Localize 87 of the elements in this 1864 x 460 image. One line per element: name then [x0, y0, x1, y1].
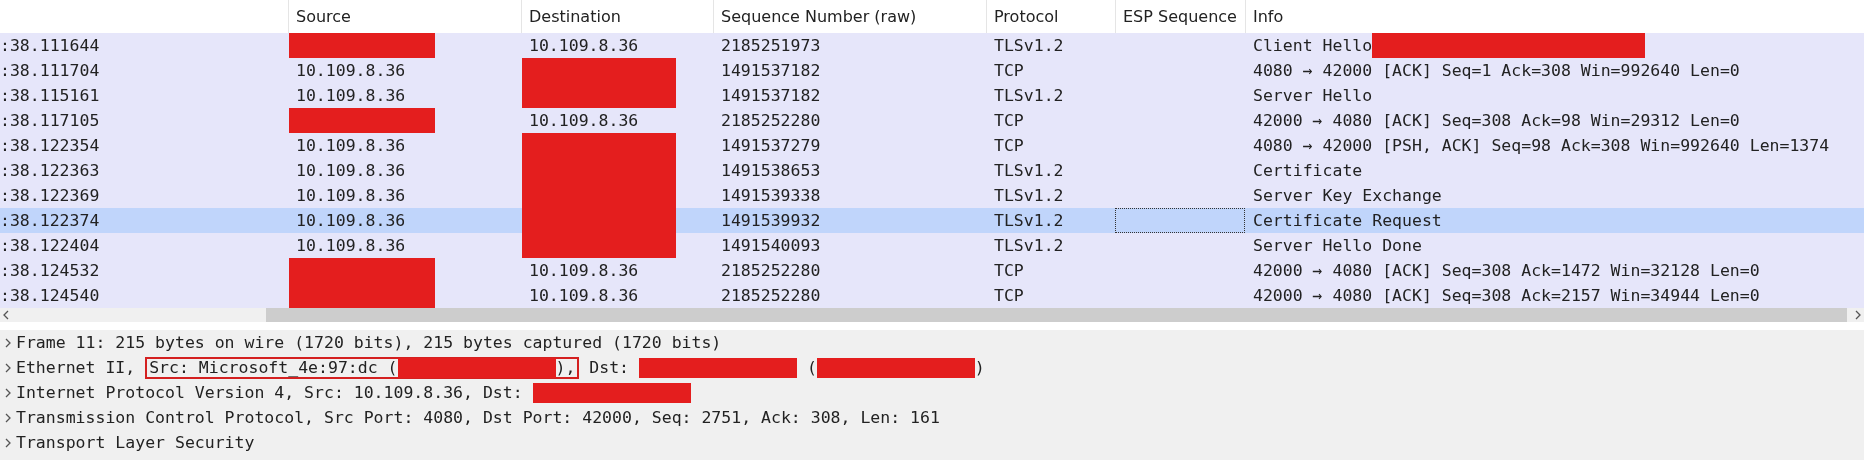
table-cell-text: 4080 → 42000 [PSH, ACK] Seq=98 Ack=308 Win=992640 Len=1374: [1253, 135, 1830, 157]
table-cell-text: :38.115161: [0, 85, 100, 107]
table-cell-text: 1491539338: [721, 185, 821, 207]
packet-row[interactable]: :38.117105 10.109.8.36 2185252280 TCP 42000 → 4080 [ACK] Seq=308 Ack=98 Win=29312 Len=0: [0, 108, 1864, 133]
table-cell-text: 10.109.8.36: [296, 235, 406, 257]
table-cell-text: 10.109.8.36: [529, 285, 639, 307]
table-cell-text: :38.122374: [0, 210, 100, 232]
packet-row[interactable]: :38.124540 10.109.8.36 2185252280 TCP 42000 → 4080 [ACK] Seq=308 Ack=2157 Win=34944 Len=0: [0, 283, 1864, 308]
table-cell-text: TLSv1.2: [994, 235, 1064, 257]
table-cell-text: TLSv1.2: [994, 35, 1064, 57]
table-cell-text: TCP: [994, 135, 1024, 157]
table-cell-text: 4080 → 42000 [ACK] Seq=1 Ack=308 Win=992640 Len=0: [1253, 60, 1740, 82]
table-cell-text: 1491540093: [721, 235, 821, 257]
table-cell-text: 1491539932: [721, 210, 821, 232]
detail-text: Src: Microsoft_4e:97:dc (: [149, 358, 398, 377]
table-cell-text: Certificate Request: [1253, 210, 1442, 232]
column-header[interactable]: Source: [296, 6, 351, 27]
scrollbar-thumb[interactable]: [266, 308, 1847, 322]
table-cell-text: TLSv1.2: [994, 210, 1064, 232]
table-cell-text: :38.122404: [0, 235, 100, 257]
detail-text: (: [805, 358, 817, 377]
table-cell-text: :38.122363: [0, 160, 100, 182]
table-cell-text: 10.109.8.36: [529, 260, 639, 282]
table-cell-text: 10.109.8.36: [296, 185, 406, 207]
table-cell-text: 2185252280: [721, 285, 821, 307]
table-cell-text: Certificate: [1253, 160, 1363, 182]
table-cell-text: 1491537279: [721, 135, 821, 157]
table-cell-text: :38.122354: [0, 135, 100, 157]
packet-row[interactable]: :38.122374 10.109.8.36 1491539932 TLSv1.2 Certificate Request: [0, 208, 1864, 233]
horizontal-scrollbar[interactable]: [0, 308, 1864, 322]
packet-row[interactable]: :38.115161 10.109.8.36 1491537182 TLSv1.2 Server Hello: [0, 83, 1864, 108]
column-header[interactable]: Sequence Number (raw): [721, 6, 917, 27]
detail-text: Internet Protocol Version 4, Src: 10.109.8.36, Dst:: [16, 383, 524, 402]
table-cell-text: 42000 → 4080 [ACK] Seq=308 Ack=2157 Win=34944 Len=0: [1253, 285, 1760, 307]
table-cell-text: 2185252280: [721, 260, 821, 282]
table-cell-text: TCP: [994, 110, 1024, 132]
table-cell-text: 10.109.8.36: [296, 160, 406, 182]
scroll-right-icon[interactable]: [1854, 309, 1862, 321]
table-cell-text: 42000 → 4080 [ACK] Seq=308 Ack=1472 Win=32128 Len=0: [1253, 260, 1760, 282]
packet-row[interactable]: :38.122363 10.109.8.36 1491538653 TLSv1.2 Certificate: [0, 158, 1864, 183]
table-cell-text: 1491537182: [721, 60, 821, 82]
detail-text: Ethernet II,: [16, 358, 137, 377]
table-cell-text: TLSv1.2: [994, 185, 1064, 207]
column-header[interactable]: Destination: [529, 6, 621, 27]
table-cell-text: Server Hello Done: [1253, 235, 1422, 257]
table-cell-text: :38.122369: [0, 185, 100, 207]
table-cell-text: 10.109.8.36: [296, 60, 406, 82]
table-cell-text: :38.111704: [0, 60, 100, 82]
table-cell-text: :38.117105: [0, 110, 100, 132]
packet-row[interactable]: :38.122354 10.109.8.36 1491537279 TCP 4080 → 42000 [PSH, ACK] Seq=98 Ack=308 Win=992640 Len=1374: [0, 133, 1864, 158]
detail-text: Dst:: [588, 358, 631, 377]
detail-text: ),: [555, 358, 576, 377]
table-cell-text: TCP: [994, 285, 1024, 307]
table-cell-text: 10.109.8.36: [529, 110, 639, 132]
detail-text: ): [974, 358, 985, 377]
table-cell-text: Server Key Exchange: [1253, 185, 1442, 207]
detail-text: Frame 11: 215 bytes on wire (1720 bits), 215 bytes captured (1720 bits): [16, 333, 722, 352]
detail-text: Transmission Control Protocol, Src Port: 4080, Dst Port: 42000, Seq: 2751, Ack: 308, Len: 161: [16, 408, 940, 427]
table-cell-text: TCP: [994, 260, 1024, 282]
packet-row[interactable]: :38.111704 10.109.8.36 1491537182 TCP 4080 → 42000 [ACK] Seq=1 Ack=308 Win=992640 Len=0: [0, 58, 1864, 83]
table-cell-text: 10.109.8.36: [296, 135, 406, 157]
table-cell-text: 2185251973: [721, 35, 821, 57]
table-cell-text: 42000 → 4080 [ACK] Seq=308 Ack=98 Win=29312 Len=0: [1253, 110, 1740, 132]
detail-text: Transport Layer Security: [16, 433, 255, 452]
column-header[interactable]: ESP Sequence: [1123, 6, 1237, 27]
table-cell-text: TCP: [994, 60, 1024, 82]
table-cell-text: 10.109.8.36: [529, 35, 639, 57]
packet-row[interactable]: :38.111644 10.109.8.36 2185251973 TLSv1.2 Client Hello: [0, 33, 1864, 58]
packet-row[interactable]: :38.122369 10.109.8.36 1491539338 TLSv1.2 Server Key Exchange: [0, 183, 1864, 208]
table-cell-text: Client Hello: [1253, 35, 1373, 57]
table-cell-text: TLSv1.2: [994, 85, 1064, 107]
table-cell-text: 10.109.8.36: [296, 85, 406, 107]
column-header[interactable]: Info: [1253, 6, 1284, 27]
table-cell-text: TLSv1.2: [994, 160, 1064, 182]
table-cell-text: :38.124532: [0, 260, 100, 282]
packet-row[interactable]: :38.124532 10.109.8.36 2185252280 TCP 42000 → 4080 [ACK] Seq=308 Ack=1472 Win=32128 Len=0: [0, 258, 1864, 283]
table-cell-text: Server Hello: [1253, 85, 1373, 107]
scroll-left-icon[interactable]: [2, 309, 10, 321]
table-cell-text: :38.124540: [0, 285, 100, 307]
table-cell-text: 2185252280: [721, 110, 821, 132]
table-cell-text: 10.109.8.36: [296, 210, 406, 232]
table-cell-text: 1491537182: [721, 85, 821, 107]
table-cell-text: 1491538653: [721, 160, 821, 182]
table-cell-text: :38.111644: [0, 35, 100, 57]
focused-cell[interactable]: [1115, 208, 1245, 233]
packet-row[interactable]: :38.122404 10.109.8.36 1491540093 TLSv1.2 Server Hello Done: [0, 233, 1864, 258]
column-header[interactable]: Protocol: [994, 6, 1059, 27]
